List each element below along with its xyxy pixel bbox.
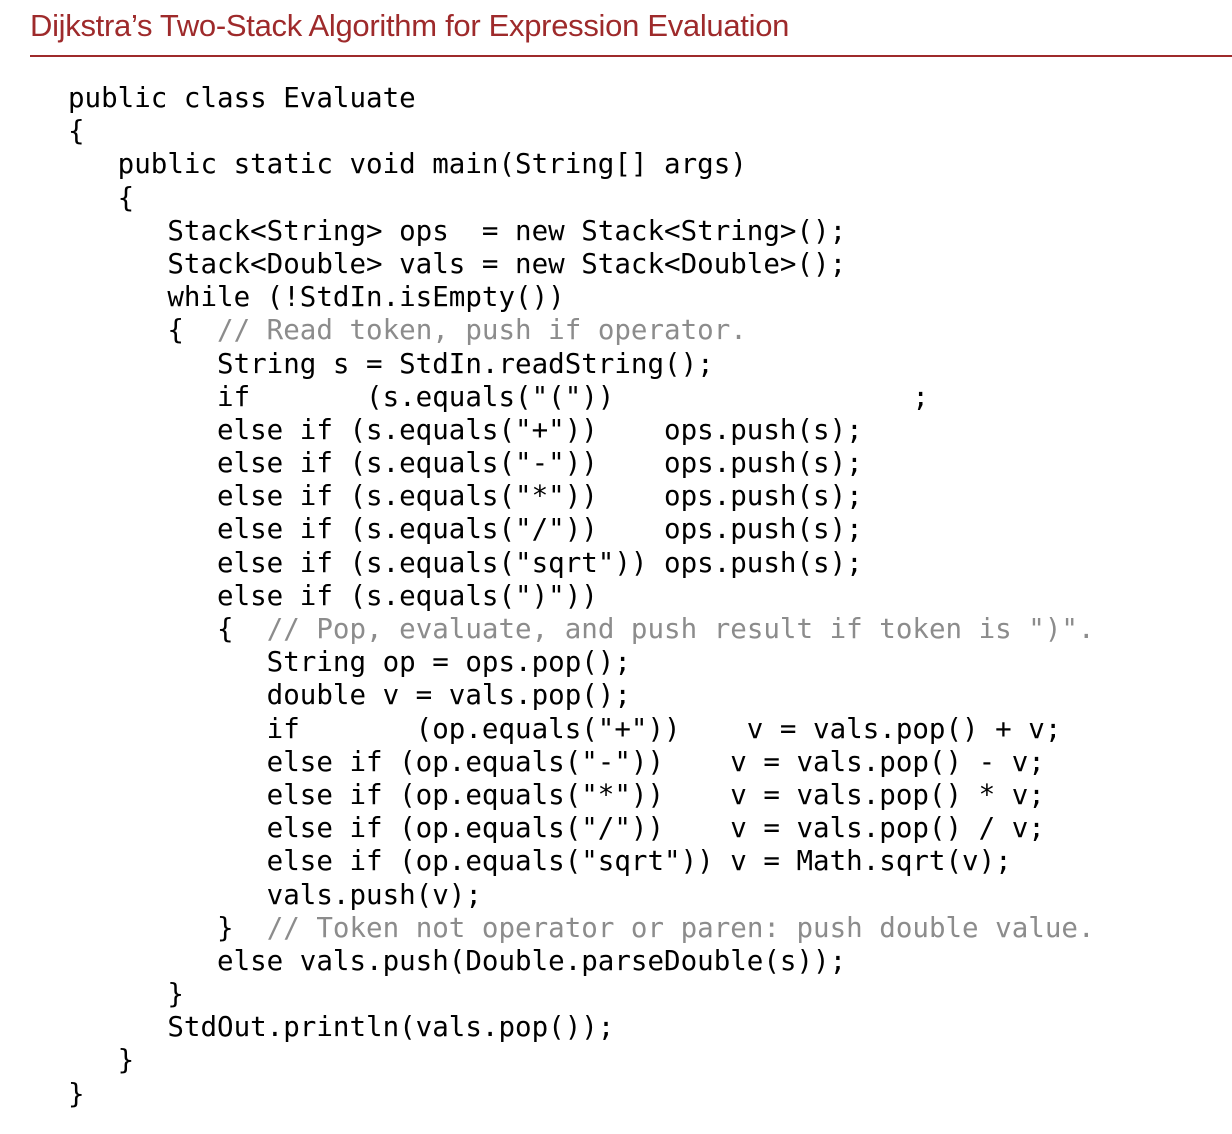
code-text: } — [68, 978, 184, 1011]
code-line: else if (s.equals("/")) ops.push(s); — [68, 513, 1095, 546]
code-text: else if (s.equals("sqrt")) ops.push(s); — [68, 546, 863, 579]
code-line: Stack<String> ops = new Stack<String>(); — [68, 215, 1095, 248]
code-line: { // Pop, evaluate, and push result if t… — [68, 613, 1095, 646]
code-text: else if (op.equals("/")) v = vals.pop() … — [68, 812, 1045, 845]
code-text: else if (s.equals("/")) ops.push(s); — [68, 513, 863, 546]
code-comment: // Read token, push if operator. — [217, 314, 747, 347]
code-text: if (op.equals("+")) v = vals.pop() + v; — [68, 712, 1062, 745]
code-line: StdOut.println(vals.pop()); — [68, 1011, 1095, 1044]
code-text: if (s.equals("(")) ; — [68, 380, 929, 413]
code-line: String s = StdIn.readString(); — [68, 348, 1095, 381]
code-text: else if (s.equals("*")) ops.push(s); — [68, 480, 863, 513]
code-text: else if (op.equals("-")) v = vals.pop() … — [68, 745, 1045, 778]
code-text: else vals.push(Double.parseDouble(s)); — [68, 944, 847, 977]
code-text: } — [68, 1077, 85, 1110]
code-text: public static void main(String[] args) — [68, 148, 747, 181]
code-line: } — [68, 978, 1095, 1011]
code-text: } — [68, 911, 267, 944]
page-title: Dijkstra’s Two-Stack Algorithm for Expre… — [30, 8, 790, 43]
code-text: { — [68, 314, 218, 347]
code-line: } // Token not operator or paren: push d… — [68, 912, 1095, 945]
code-line: vals.push(v); — [68, 879, 1095, 912]
code-line: String op = ops.pop(); — [68, 646, 1095, 679]
code-comment: // Token not operator or paren: push dou… — [266, 911, 1095, 944]
code-line: { // Read token, push if operator. — [68, 314, 1095, 347]
code-text: vals.push(v); — [68, 878, 482, 911]
code-line: else vals.push(Double.parseDouble(s)); — [68, 945, 1095, 978]
code-line: else if (op.equals("/")) v = vals.pop() … — [68, 812, 1095, 845]
code-text: else if (op.equals("sqrt")) v = Math.sqr… — [68, 845, 1012, 878]
title-rule — [30, 55, 1232, 57]
code-text: else if (op.equals("*")) v = vals.pop() … — [68, 778, 1045, 811]
code-text: Stack<String> ops = new Stack<String>(); — [68, 214, 847, 247]
code-text: String s = StdIn.readString(); — [68, 347, 714, 380]
code-line: double v = vals.pop(); — [68, 679, 1095, 712]
code-line: else if (op.equals("sqrt")) v = Math.sqr… — [68, 845, 1095, 878]
code-text: else if (s.equals(")")) — [68, 579, 598, 612]
code-line: else if (s.equals(")")) — [68, 580, 1095, 613]
code-line: else if (op.equals("*")) v = vals.pop() … — [68, 779, 1095, 812]
code-line: while (!StdIn.isEmpty()) — [68, 281, 1095, 314]
code-text: else if (s.equals("-")) ops.push(s); — [68, 447, 863, 480]
code-line: else if (s.equals("+")) ops.push(s); — [68, 414, 1095, 447]
code-line: else if (op.equals("-")) v = vals.pop() … — [68, 746, 1095, 779]
code-line: else if (s.equals("sqrt")) ops.push(s); — [68, 547, 1095, 580]
code-line: if (op.equals("+")) v = vals.pop() + v; — [68, 713, 1095, 746]
code-text: { — [68, 613, 267, 645]
code-text: Stack<Double> vals = new Stack<Double>()… — [68, 247, 847, 280]
code-text: String op = ops.pop(); — [68, 646, 631, 679]
code-listing: public class Evaluate{ public static voi… — [68, 82, 1095, 1111]
code-text: public class Evaluate — [68, 82, 416, 114]
code-text: StdOut.println(vals.pop()); — [68, 1011, 615, 1044]
code-text: while (!StdIn.isEmpty()) — [68, 281, 565, 314]
code-text: { — [68, 181, 135, 214]
code-text: else if (s.equals("+")) ops.push(s); — [68, 413, 863, 446]
code-text: } — [68, 1044, 135, 1077]
code-line: Stack<Double> vals = new Stack<Double>()… — [68, 248, 1095, 281]
code-line: else if (s.equals("*")) ops.push(s); — [68, 480, 1095, 513]
code-line: } — [68, 1044, 1095, 1077]
code-text: double v = vals.pop(); — [68, 679, 631, 712]
code-line: if (s.equals("(")) ; — [68, 381, 1095, 414]
code-comment: // Pop, evaluate, and push result if tok… — [266, 613, 1095, 645]
code-line: { — [68, 182, 1095, 215]
code-line: { — [68, 115, 1095, 148]
code-line: } — [68, 1078, 1095, 1111]
code-line: else if (s.equals("-")) ops.push(s); — [68, 447, 1095, 480]
code-line: public static void main(String[] args) — [68, 148, 1095, 181]
code-line: public class Evaluate — [68, 82, 1095, 115]
code-text: { — [68, 115, 85, 148]
